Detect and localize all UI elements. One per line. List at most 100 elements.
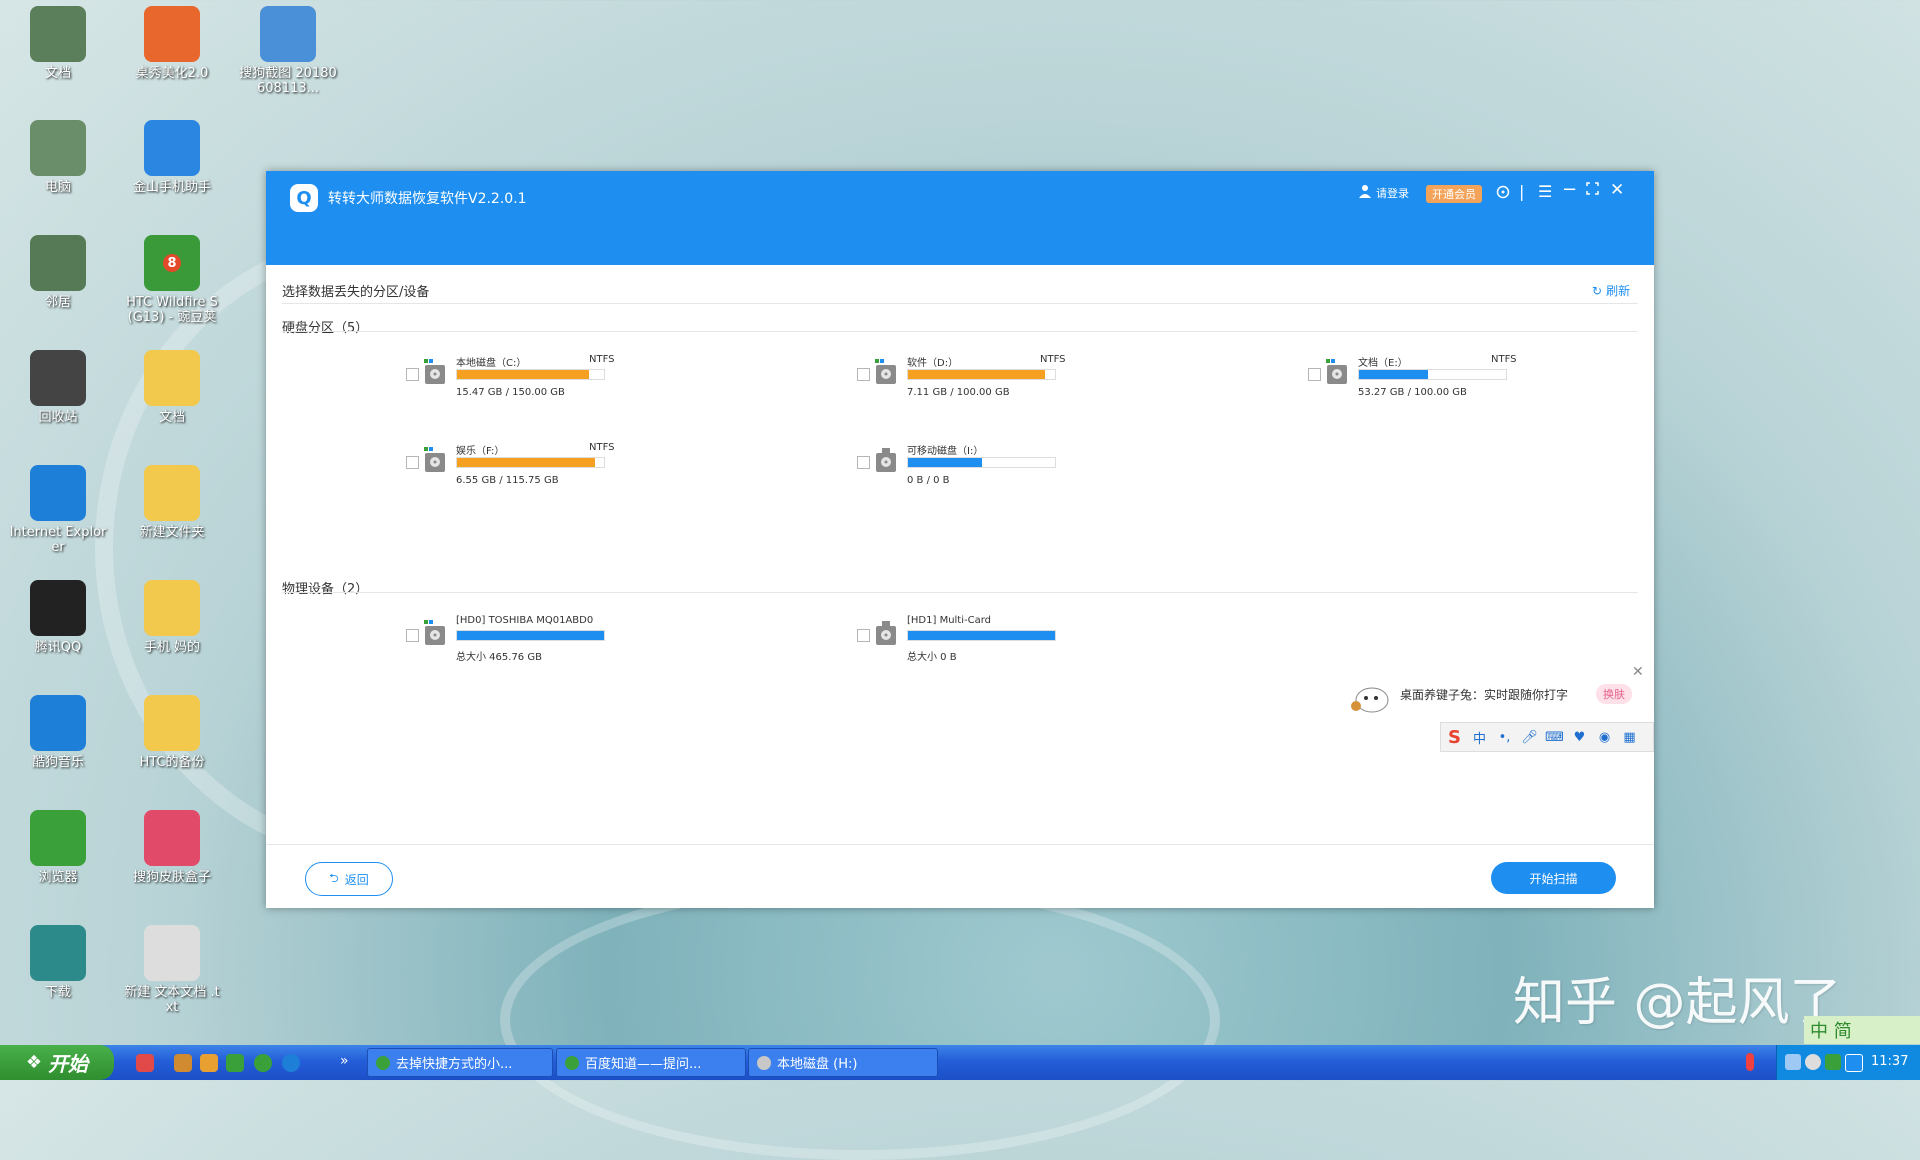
desktop-icon[interactable]: Internet Explorer [8,465,108,555]
desktop-icon[interactable]: 手机 妈的 [122,580,222,655]
drive-item[interactable]: 文档（E:） NTFS 53.27 GB / 100.00 GB [1308,354,1518,404]
usb-drive-icon [875,619,897,647]
desktop-icon[interactable]: 金山手机助手 [122,120,222,195]
punctuation-icon[interactable]: •, [1495,730,1514,745]
drive-name: [HD0] TOSHIBA MQ01ABD0 [456,615,594,626]
desktop-icon-label: 邻居 [44,295,71,310]
microphone-icon[interactable]: 🎤︎ [1520,730,1539,745]
footer-divider [266,844,1654,845]
desktop-icon[interactable]: 文档 [8,6,108,81]
desktop-icon[interactable]: 新建 文本文档 .txt [122,925,222,1015]
drive-checkbox[interactable] [857,368,870,381]
quick-launch-icon[interactable] [136,1054,154,1072]
clock[interactable]: 11:37 [1871,1054,1908,1069]
toolbox-icon[interactable]: ▦ [1620,730,1639,745]
game-icon[interactable]: ◉ [1595,730,1614,745]
hard-disk-icon [424,619,446,647]
drive-checkbox[interactable] [1308,368,1321,381]
drive-item[interactable]: 本地磁盘（C:） NTFS 15.47 GB / 150.00 GB [406,354,616,404]
volume-tray-icon[interactable] [1805,1054,1821,1070]
desktop-icon[interactable]: 搜狗截图 20180608113... [238,6,338,96]
maximize-icon[interactable] [1586,182,1599,195]
quick-launch-icon[interactable] [174,1054,192,1072]
section-title: 选择数据丢失的分区/设备 [282,285,430,300]
folder-icon [144,465,200,521]
usage-bar-fill [908,631,1055,640]
network-tray-icon[interactable] [1785,1054,1801,1070]
taskbar-button[interactable]: 去掉快捷方式的小... [367,1048,553,1077]
desktop-icon[interactable]: 浏览器 [8,810,108,885]
desktop-icon-label: 金山手机助手 [132,180,211,195]
start-scan-button[interactable]: 开始扫描 [1491,862,1616,894]
desktop-icon-label: 搜狗截图 20180608113... [239,66,337,96]
security-tray-icon[interactable] [1825,1054,1841,1070]
taskbar-button[interactable]: 本地磁盘 (H:) [748,1048,938,1077]
drive-name: [HD1] Multi-Card [907,615,992,626]
desktop-icon[interactable]: 8 HTC Wildfire S (G13) - 豌豆荚 [122,235,222,325]
desktop-icon-label: 新建文件夹 [139,525,205,540]
qq-icon [30,580,86,636]
android-icon: 8 [144,235,200,291]
taskbar-button-label: 本地磁盘 (H:) [777,1057,858,1072]
start-button[interactable]: ❖ 开始 [0,1045,114,1080]
skin-button[interactable]: 换肤 [1596,684,1632,704]
language-bar[interactable]: 中 简 [1804,1016,1920,1044]
sogou-logo-icon[interactable]: S [1445,727,1464,748]
ime-tip-close-icon[interactable]: ✕ [1632,664,1644,680]
usage-bar [456,630,605,641]
user-icon[interactable] [1358,184,1372,198]
desktop-icon[interactable]: 搜狗皮肤盒子 [122,810,222,885]
drive-item[interactable]: [HD1] Multi-Card 总大小 0 B [857,615,1067,665]
drive-size: 6.55 GB / 115.75 GB [456,475,559,486]
desktop-icon[interactable]: 文档 [122,350,222,425]
ime-mode[interactable]: 中 [1470,728,1489,747]
quick-launch-icon[interactable] [200,1054,218,1072]
desktop-icon[interactable]: 酷狗音乐 [8,695,108,770]
desktop-icon[interactable]: HTC的备份 [122,695,222,770]
text-file-icon [144,925,200,981]
color-wheel-icon [144,6,200,62]
folder-icon [144,580,200,636]
keyboard-icon[interactable]: ⌨︎ [1545,730,1564,745]
taskbar-button[interactable]: 百度知道——提问... [556,1048,746,1077]
desktop-icon[interactable]: 新建文件夹 [122,465,222,540]
desktop-icon[interactable]: 邻居 [8,235,108,310]
feedback-icon[interactable] [1496,185,1510,199]
skin-icon[interactable]: ♥ [1570,730,1589,745]
drive-size: 15.47 GB / 150.00 GB [456,387,565,398]
browser-icon [30,810,86,866]
drive-checkbox[interactable] [406,368,419,381]
drive-checkbox[interactable] [406,629,419,642]
browser-quick-icon[interactable] [254,1054,272,1072]
drive-filesystem: NTFS [589,354,615,365]
computer-icon [30,6,86,62]
drive-checkbox[interactable] [857,629,870,642]
desktop-icon[interactable]: 回收站 [8,350,108,425]
refresh-button[interactable]: ↻ 刷新 [1592,282,1630,299]
login-link[interactable]: 请登录 [1376,185,1409,201]
drive-checkbox[interactable] [857,456,870,469]
vip-button[interactable]: 开通会员 [1426,185,1482,203]
close-icon[interactable]: ✕ [1610,180,1624,200]
desktop-icon[interactable]: 腾讯QQ [8,580,108,655]
hard-disk-icon [1326,358,1348,386]
taskbar-button-label: 去掉快捷方式的小... [396,1057,513,1072]
drive-item[interactable]: [HD0] TOSHIBA MQ01ABD0 总大小 465.76 GB [406,615,616,665]
kugou-quick-icon[interactable] [282,1054,300,1072]
app-tray-icon[interactable] [1845,1054,1863,1072]
drive-item[interactable]: 软件（D:） NTFS 7.11 GB / 100.00 GB [857,354,1067,404]
image-file-icon [260,6,316,62]
drive-item[interactable]: 娱乐（F:） NTFS 6.55 GB / 115.75 GB [406,442,616,492]
divider [282,303,1638,304]
minimize-icon[interactable]: − [1562,179,1577,200]
drive-item[interactable]: 可移动磁盘（I:） 0 B / 0 B [857,442,1067,492]
desktop-icon[interactable]: 下载 [8,925,108,1000]
quick-launch-icon[interactable] [226,1054,244,1072]
desktop-icon[interactable]: 电脑 [8,120,108,195]
menu-icon[interactable]: ☰ [1538,182,1552,201]
chevron-right-icon[interactable]: » [340,1053,358,1071]
alert-icon[interactable] [1746,1053,1754,1071]
drive-checkbox[interactable] [406,456,419,469]
back-button[interactable]: ⮌ 返回 [305,862,393,896]
desktop-icon[interactable]: 桌秀美化2.0 [122,6,222,81]
